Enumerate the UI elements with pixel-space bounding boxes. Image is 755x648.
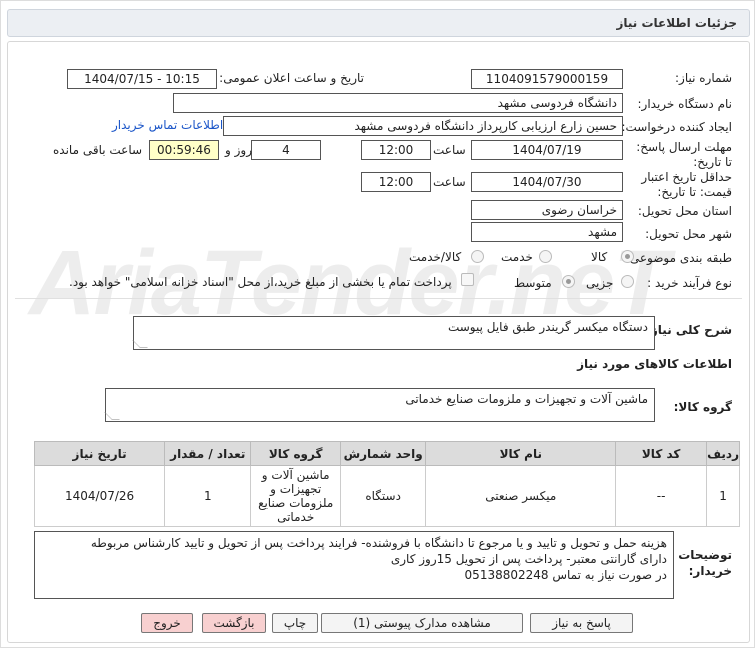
cell-unit: دستگاه [339,465,427,527]
province-label: استان محل تحویل: [637,204,732,218]
col-group: گروه کالا [250,441,341,466]
treasury-checkbox[interactable] [461,273,474,286]
summary-field: دستگاه میکسر گریندر طبق فایل پیوست [132,316,655,350]
category-goods-service-label: کالا/خدمت [409,250,462,264]
divider [15,298,742,299]
exit-button[interactable]: خروج [141,613,193,633]
col-row: ردیف [706,441,740,466]
category-goods-label: کالا [591,250,608,264]
page-title: جزئیات اطلاعات نیاز [616,16,737,30]
province-field: خراسان رضوی [471,200,623,220]
cell-group: ماشین آلات و تجهیزات و ملزومات صنایع خدم… [250,465,341,527]
cell-date: 1404/07/26 [33,465,166,527]
category-service-radio[interactable] [539,250,552,263]
goods-group-label: گروه کالا: [673,400,732,414]
col-code: کد کالا [615,441,708,466]
creator-label: ایجاد کننده درخواست: [621,120,732,134]
cell-row: 1 [706,465,740,527]
reply-deadline-label: مهلت ارسال پاسخ: تا تاریخ: [636,140,732,169]
notes-line: دارای گارانتی معتبر- پرداخت پس از تحویل … [390,552,667,566]
page: جزئیات اطلاعات نیاز AriaTender.neT شماره… [0,0,755,648]
process-medium-radio[interactable] [562,275,575,288]
print-button[interactable]: چاپ [272,613,318,633]
reply-date-field: 1404/07/19 [471,140,623,160]
summary-label: شرح کلی نیاز: [646,323,732,337]
goods-group-text: ماشین آلات و تجهیزات و ملزومات صنایع خدم… [405,392,648,406]
category-label: طبقه بندی موضوعی: [625,251,732,265]
validity-time-field: 12:00 [361,172,431,192]
col-quantity: تعداد / مقدار [164,441,252,466]
back-button[interactable]: بازگشت [202,613,266,633]
validity-time-label: ساعت [433,175,466,189]
notes-line: هزینه حمل و تحویل و تایید و یا مرجوع تا … [90,536,667,550]
remaining-time-field: 00:59:46 [149,140,219,160]
validity-date-field: 1404/07/30 [471,172,623,192]
process-minor-label: جزیی [586,276,614,290]
buyer-label: نام دستگاه خریدار: [637,97,733,111]
category-goods-service-radio[interactable] [471,250,484,263]
notes-field: هزینه حمل و تحویل و تایید و یا مرجوع تا … [34,531,674,599]
need-number-label: شماره نیاز: [675,71,732,85]
notes-label: توضیحات خریدار: [678,548,732,578]
city-field: مشهد [471,222,623,242]
cell-code: -- [615,465,708,527]
treasury-text: پرداخت تمام یا بخشی از مبلغ خرید،از محل … [69,275,452,289]
resize-grip-icon[interactable] [104,412,120,420]
table-row: 1 -- میکسر صنعتی دستگاه ماشین آلات و تجه… [33,465,740,527]
goods-table: ردیف کد کالا نام کالا واحد شمارش گروه کا… [33,441,740,527]
reply-button[interactable]: پاسخ به نیاز [530,613,633,633]
buyer-field: دانشگاه فردوسی مشهد [173,93,623,113]
days-field: 4 [251,140,321,160]
page-header: جزئیات اطلاعات نیاز [7,9,750,37]
announce-label: تاریخ و ساعت اعلان عمومی: [219,71,364,85]
city-label: شهر محل تحویل: [645,227,732,241]
process-label: نوع فرآیند خرید : [647,276,732,290]
remaining-label: ساعت باقی مانده [53,143,143,157]
col-name: نام کالا [425,441,617,466]
announce-field: 1404/07/15 - 10:15 [67,69,217,89]
process-minor-radio[interactable] [621,275,634,288]
process-medium-label: متوسط [514,276,552,290]
days-label: روز و [225,143,252,157]
notes-line: در صورت نیاز به تماس 05138802248 [464,568,667,582]
view-attachments-button[interactable]: مشاهده مدارک پیوستی (1) [321,613,523,633]
goods-info-title: اطلاعات کالاهای مورد نیاز [577,357,732,371]
col-date: تاریخ نیاز [33,441,166,466]
contact-info-link[interactable]: اطلاعات تماس خریدار [112,118,223,132]
creator-field: حسین زارع ارزیابی کارپرداز دانشگاه فردوس… [223,116,623,136]
reply-time-label: ساعت [433,143,466,157]
category-goods-radio[interactable] [621,250,634,263]
category-service-label: خدمت [501,250,533,264]
reply-time-field: 12:00 [361,140,431,160]
cell-name: میکسر صنعتی [425,465,617,527]
goods-group-field: ماشین آلات و تجهیزات و ملزومات صنایع خدم… [104,388,655,422]
need-number-field: 1104091579000159 [471,69,623,89]
col-unit: واحد شمارش [339,441,427,466]
cell-quantity: 1 [164,465,252,527]
summary-text: دستگاه میکسر گریندر طبق فایل پیوست [447,320,648,334]
resize-grip-icon[interactable] [132,340,148,348]
table-header-row: ردیف کد کالا نام کالا واحد شمارش گروه کا… [33,441,740,466]
price-validity-label: حداقل تاریخ اعتبار قیمت: تا تاریخ: [641,170,732,199]
